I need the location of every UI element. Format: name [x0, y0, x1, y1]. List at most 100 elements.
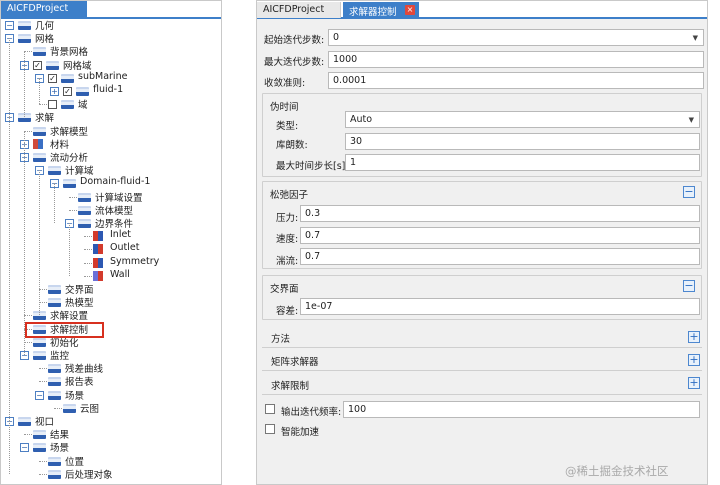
checkbox-checked-icon[interactable]: ✓	[63, 87, 72, 96]
tree-node[interactable]: 背景网格	[1, 45, 221, 58]
tree-node-label: 材料	[50, 139, 70, 151]
collapse-icon[interactable]: −	[5, 21, 14, 30]
tree-node[interactable]: − 场景	[1, 389, 221, 402]
tree-node[interactable]: − 求解	[1, 111, 221, 124]
tab-solver-control[interactable]: 求解器控制 ×	[343, 2, 419, 18]
collapse-icon[interactable]: −	[20, 443, 29, 453]
checkbox-checked-icon[interactable]: ✓	[48, 73, 57, 83]
tree-node[interactable]: − 边界条件	[1, 217, 221, 230]
tree-guide	[39, 170, 40, 316]
tree-guide	[24, 51, 25, 118]
tree-node[interactable]: − 场景	[1, 441, 221, 454]
tree-node[interactable]: 热模型	[1, 296, 221, 309]
max-step-value: 1	[350, 157, 357, 168]
tree-node[interactable]: − ✓ subMarine	[1, 71, 221, 85]
tree-node-label: 域	[78, 100, 88, 112]
tree-node-label: 监控	[50, 351, 70, 362]
checkbox-checked-icon[interactable]: ✓	[33, 60, 42, 70]
folder-icon	[61, 73, 74, 83]
output-freq-checkbox[interactable]	[265, 404, 275, 414]
expand-icon[interactable]: +	[50, 87, 59, 96]
tree-node[interactable]: 位置	[1, 455, 221, 468]
courant-input[interactable]: 30	[345, 133, 700, 150]
project-tab[interactable]: AICFDProject	[1, 1, 87, 17]
tree-node[interactable]: − 网格	[1, 32, 221, 45]
start-iter-select[interactable]: 0 ▼	[328, 29, 704, 46]
inlet-icon	[93, 231, 103, 242]
close-icon[interactable]: ×	[405, 5, 415, 15]
max-step-input[interactable]: 1	[345, 154, 700, 171]
turbulence-input[interactable]: 0.7	[300, 248, 700, 265]
tree-node-label: Symmetry	[110, 255, 160, 267]
watermark: @稀土掘金技术社区	[565, 464, 669, 478]
tree-node[interactable]: Outlet	[1, 242, 221, 256]
tree-node[interactable]: − 视口	[1, 415, 221, 428]
tolerance-value: 1e-07	[305, 301, 333, 312]
tolerance-label: 容差:	[276, 306, 299, 317]
tree-node[interactable]: − 监控	[1, 349, 221, 362]
tree-node-label: 云图	[80, 403, 100, 415]
smart-accel-checkbox[interactable]	[265, 424, 275, 434]
tab-aicfdproject[interactable]: AICFDProject	[257, 2, 341, 18]
tree-node-label: 计算域设置	[95, 192, 143, 204]
tree-node[interactable]: 报告表	[1, 375, 221, 388]
output-freq-input[interactable]: 100	[343, 401, 700, 418]
material-icon	[33, 138, 43, 149]
checkbox-unchecked-icon[interactable]	[48, 100, 57, 110]
tree-node[interactable]: 云图	[1, 402, 221, 415]
tree-node-label: 求解设置	[50, 311, 89, 323]
tree-connector	[84, 236, 92, 238]
folder-icon	[48, 298, 61, 308]
chevron-down-icon: ▼	[692, 34, 698, 42]
tree-node[interactable]: − 几何	[1, 19, 221, 32]
tree-guide	[39, 77, 40, 105]
expand-method-button[interactable]: +	[688, 331, 700, 343]
tree-node[interactable]: − 流动分析	[1, 151, 221, 164]
tree-node[interactable]: Symmetry	[1, 255, 221, 270]
tree-node[interactable]: 计算域设置	[1, 191, 221, 204]
tree-node[interactable]: 域	[1, 98, 221, 111]
tree-node[interactable]: − ✓ 网格域	[1, 59, 221, 72]
max-iter-input[interactable]: 1000	[328, 51, 704, 68]
folder-icon	[33, 430, 46, 440]
tree-node[interactable]: 结果	[1, 428, 221, 441]
velocity-input[interactable]: 0.7	[300, 227, 700, 244]
divider	[262, 347, 702, 348]
expand-matrix-solver-button[interactable]: +	[688, 354, 700, 366]
velocity-value: 0.7	[305, 230, 321, 241]
tree-node[interactable]: 求解模型	[1, 125, 221, 138]
folder-icon	[18, 21, 31, 30]
tree-node[interactable]: Inlet	[1, 229, 221, 243]
tree-node-label: 残差曲线	[65, 364, 104, 376]
tree-connector	[69, 196, 77, 198]
folder-icon	[48, 456, 61, 466]
collapse-interface-button[interactable]: −	[683, 280, 695, 292]
collapse-relaxation-button[interactable]: −	[683, 186, 695, 198]
tolerance-input[interactable]: 1e-07	[300, 298, 700, 315]
tree-node[interactable]: 求解设置	[1, 309, 221, 322]
turbulence-value: 0.7	[305, 251, 321, 262]
output-freq-label: 输出迭代频率:	[281, 407, 342, 418]
type-value: Auto	[350, 114, 373, 125]
tree-node[interactable]: 后处理对象	[1, 468, 221, 481]
tree-node[interactable]: + 材料	[1, 138, 221, 151]
tree-node[interactable]: 残差曲线	[1, 362, 221, 375]
convergence-input[interactable]: 0.0001	[328, 72, 704, 89]
folder-icon	[33, 337, 46, 347]
symmetry-icon	[93, 257, 103, 268]
pressure-input[interactable]: 0.3	[300, 205, 700, 222]
tree-node[interactable]: − 计算域	[1, 164, 221, 177]
tree-node[interactable]: 交界面	[1, 283, 221, 296]
tree-guide	[54, 183, 55, 223]
tree-node[interactable]: Wall	[1, 269, 221, 283]
folder-icon	[48, 469, 61, 479]
expand-solve-limits-button[interactable]: +	[688, 377, 700, 389]
tree-node[interactable]: 流体模型	[1, 204, 221, 217]
highlight-solver-control	[25, 322, 104, 338]
collapse-icon[interactable]: −	[35, 390, 44, 400]
type-select[interactable]: Auto ▼	[345, 111, 700, 128]
tree-connector	[24, 130, 32, 132]
tree-node[interactable]: + ✓ fluid-1	[1, 84, 221, 98]
type-label: 类型:	[276, 121, 299, 132]
tree-node[interactable]: − Domain-fluid-1	[1, 176, 221, 190]
